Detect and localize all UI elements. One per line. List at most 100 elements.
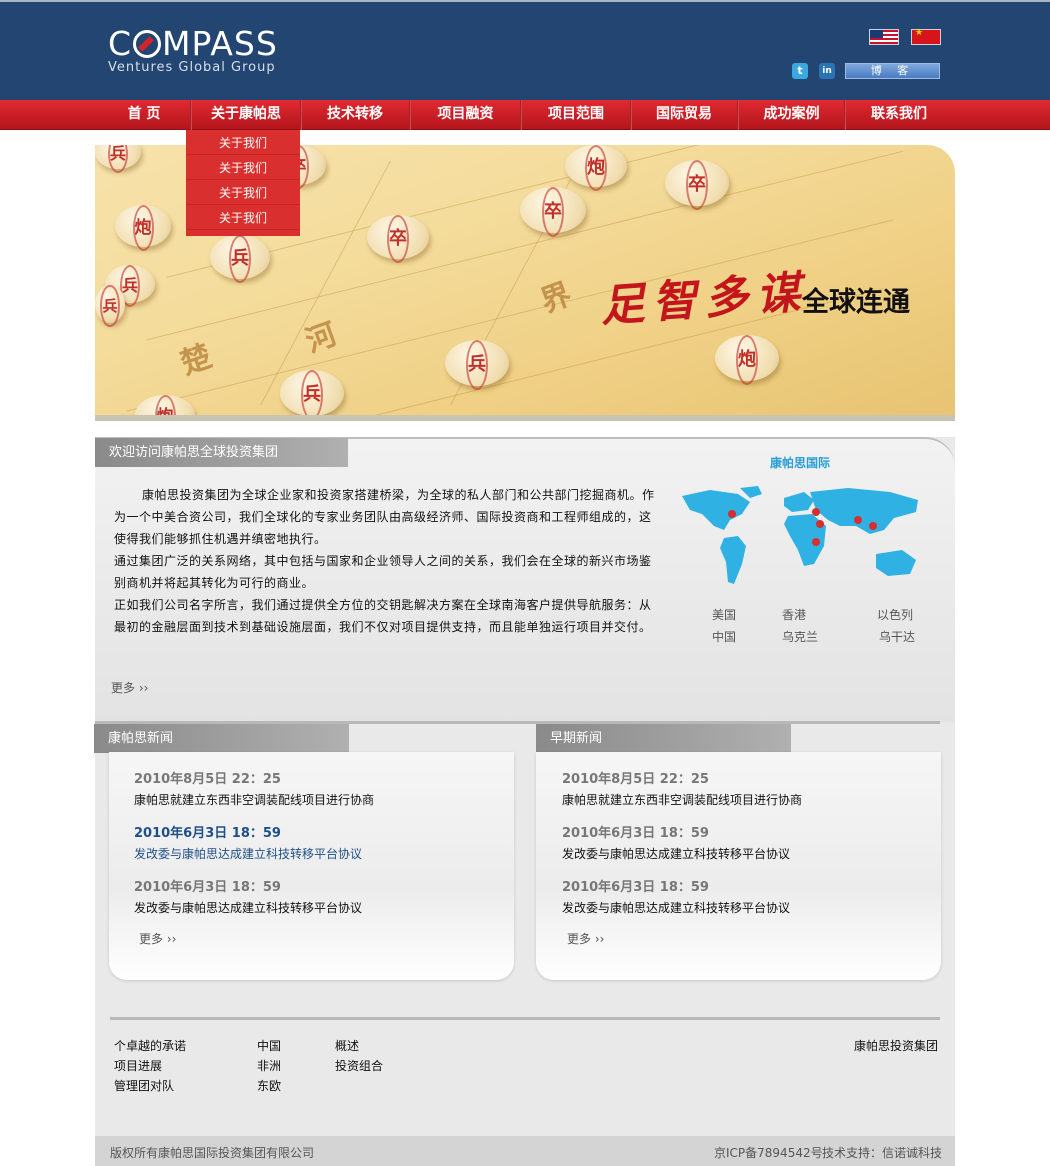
chess-piece: 炮	[715, 335, 779, 385]
chess-piece-label: 兵	[301, 370, 323, 420]
compass-logo[interactable]: C MPASS Ventures Global Group	[108, 24, 278, 76]
footer-link[interactable]: 概述	[335, 1036, 383, 1056]
about-paragraph: 正如我们公司名字所言，我们通过提供全方位的交钥匙解决方案在全球南海客户提供导航服…	[114, 598, 652, 634]
chess-piece-label: 兵	[100, 285, 120, 327]
nav-tech-transfer[interactable]: 技术转移	[302, 100, 408, 130]
footer-link[interactable]: 投资组合	[335, 1056, 383, 1076]
news-title-link[interactable]: 发改委与康帕思达成建立科技转移平台协议	[134, 845, 362, 862]
board-character: 界	[536, 276, 577, 320]
footer-link[interactable]: 管理团对队	[114, 1076, 186, 1096]
news-title-link[interactable]: 发改委与康帕思达成建立科技转移平台协议	[562, 899, 790, 916]
site-header: CMPASS Ventures Global Group t in 博 客	[0, 0, 1050, 100]
about-text: 康帕思投资集团为全球企业家和投资家搭建桥梁，为全球的私人部门和公共部门挖掘商机。…	[114, 484, 659, 638]
logo-text-suffix: MPASS	[162, 24, 278, 63]
dropdown-item[interactable]: 关于我们	[186, 180, 300, 205]
board-character: 河	[301, 316, 342, 360]
main-nav: 首 页 关于康帕思 技术转移 项目融资 项目范围 国际贸易 成功案例 联系我们	[0, 100, 1050, 130]
early-news-section-tab: 早期新闻	[536, 724, 791, 753]
chess-piece: 炮	[565, 145, 627, 191]
footer-link[interactable]: 东欧	[257, 1076, 281, 1096]
logo-text-prefix: C	[108, 24, 133, 63]
us-flag-icon[interactable]	[869, 29, 899, 45]
chess-piece-label: 兵	[107, 145, 128, 173]
map-marker-usa	[728, 510, 736, 518]
footer-link[interactable]: 个卓越的承诺	[114, 1036, 186, 1056]
icp-text: 京ICP备7894542号	[714, 1146, 823, 1160]
map-location-label: 乌克兰	[782, 630, 819, 644]
news-title-link[interactable]: 康帕思就建立东西非空调装配线项目进行协商	[134, 791, 374, 808]
banner-slogan-black: 全球连通	[802, 287, 910, 318]
chess-piece-label: 炮	[585, 145, 607, 191]
chess-piece: 炮	[135, 395, 195, 421]
news-title-link[interactable]: 发改委与康帕思达成建立科技转移平台协议	[562, 845, 790, 862]
map-marker-hongkong	[869, 522, 877, 530]
footer-divider	[110, 1017, 940, 1020]
map-marker-israel	[816, 520, 824, 528]
nav-about[interactable]: 关于康帕思	[192, 100, 300, 130]
chess-piece: 兵	[280, 370, 344, 420]
nav-cases[interactable]: 成功案例	[739, 100, 844, 130]
map-australia	[876, 550, 916, 576]
map-asia	[810, 488, 918, 534]
chess-piece: 兵	[95, 145, 141, 173]
footer-link[interactable]: 非洲	[257, 1056, 281, 1076]
footer-links-col2: 中国 非洲 东欧	[257, 1036, 281, 1096]
footer-link[interactable]: 项目进展	[114, 1056, 186, 1076]
twitter-icon[interactable]: t	[792, 63, 808, 79]
banner-slogan-red: 足智多谋	[598, 266, 810, 333]
chess-piece: 卒	[520, 187, 586, 237]
map-europe	[784, 492, 814, 512]
map-south-america	[720, 536, 746, 584]
board-character: 楚	[176, 338, 217, 382]
about-dropdown-menu: 关于我们 关于我们 关于我们 关于我们	[186, 130, 300, 236]
about-paragraph: 通过集团广泛的关系网络，其中包括与国家和企业领导人之间的关系，我们会在全球的新兴…	[114, 554, 652, 590]
nav-trade[interactable]: 国际贸易	[632, 100, 736, 130]
footer-link[interactable]: 中国	[257, 1036, 281, 1056]
footer-links-col1: 个卓越的承诺 项目进展 管理团对队	[114, 1036, 186, 1096]
chess-piece: 卒	[367, 215, 429, 263]
nav-project-finance[interactable]: 项目融资	[411, 100, 520, 130]
about-paragraph: 康帕思投资集团为全球企业家和投资家搭建桥梁，为全球的私人部门和公共部门挖掘商机。…	[114, 488, 655, 546]
nav-contact[interactable]: 联系我们	[846, 100, 952, 130]
map-location-label: 以色列	[877, 608, 914, 622]
chess-piece: 卒	[665, 160, 729, 210]
news-date: 2010年6月3日 18：59	[562, 880, 709, 895]
news-right-more-link[interactable]: 更多 ››	[567, 930, 604, 947]
dropdown-item[interactable]: 关于我们	[186, 155, 300, 180]
dropdown-item[interactable]: 关于我们	[186, 205, 300, 230]
chess-piece-label: 卒	[387, 215, 409, 263]
linkedin-icon[interactable]: in	[819, 63, 835, 79]
chess-piece-label: 卒	[686, 160, 708, 210]
map-location-label: 中国	[712, 630, 737, 644]
compass-rose-icon	[133, 30, 162, 58]
nav-project-scope[interactable]: 项目范围	[522, 100, 630, 130]
footer-brand: 康帕思投资集团	[854, 1039, 939, 1053]
chess-piece: 兵	[95, 285, 125, 327]
china-flag-icon[interactable]	[911, 28, 941, 45]
chess-piece-label: 兵	[229, 235, 251, 283]
chess-piece: 炮	[115, 205, 171, 251]
map-location-label: 乌干达	[879, 630, 916, 644]
news-left-more-link[interactable]: 更多 ››	[139, 930, 176, 947]
news-date: 2010年6月3日 18：59	[134, 880, 281, 895]
world-map	[682, 486, 918, 584]
map-marker-uganda	[812, 538, 820, 546]
chess-piece-label: 卒	[542, 187, 564, 237]
map-title: 康帕思国际	[769, 456, 830, 470]
chess-piece: 兵	[445, 340, 509, 390]
news-title-link[interactable]: 发改委与康帕思达成建立科技转移平台协议	[134, 899, 362, 916]
news-title-link[interactable]: 康帕思就建立东西非空调装配线项目进行协商	[562, 791, 802, 808]
dropdown-item[interactable]: 关于我们	[186, 130, 300, 155]
news-section-tab: 康帕思新闻	[94, 724, 349, 753]
chess-piece-label: 炮	[132, 205, 154, 251]
blog-button[interactable]: 博 客	[845, 63, 940, 79]
news-date: 2010年8月5日 22：25	[562, 772, 709, 787]
copyright-text: 版权所有康帕思国际投资集团有限公司	[110, 1146, 315, 1160]
about-more-link[interactable]: 更多 ››	[111, 679, 148, 696]
nav-home[interactable]: 首 页	[96, 100, 192, 130]
map-greenland	[740, 486, 762, 498]
chess-piece: 兵	[210, 235, 270, 283]
chess-piece-label: 炮	[736, 335, 758, 385]
news-date: 2010年6月3日 18：59	[134, 826, 281, 841]
about-section-tab: 欢迎访问康帕思全球投资集团	[95, 438, 348, 467]
